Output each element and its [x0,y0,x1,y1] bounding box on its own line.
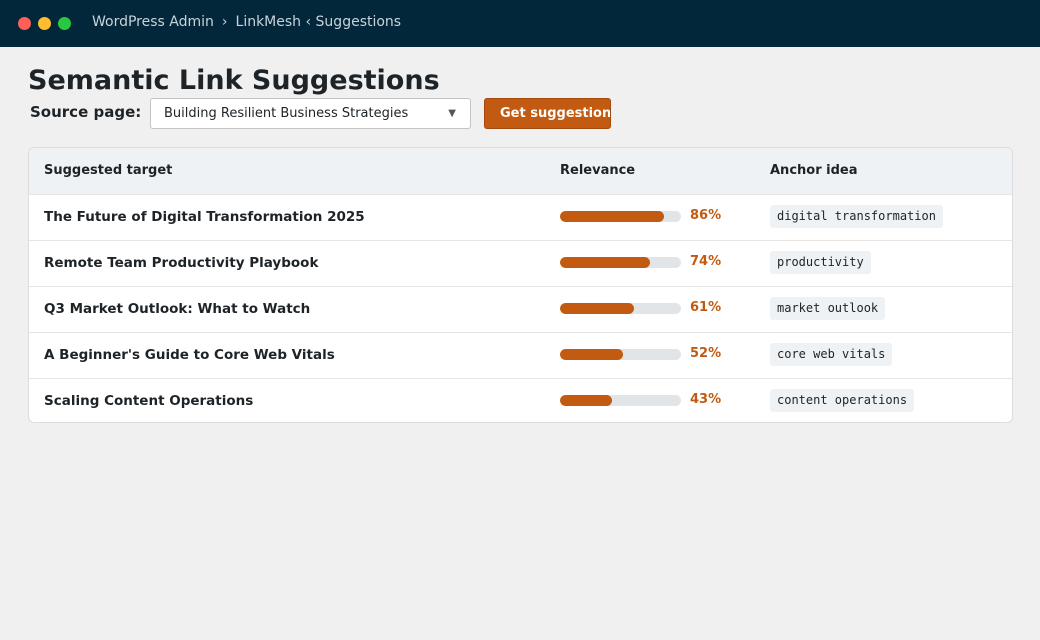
table-row[interactable]: A Beginner's Guide to Core Web Vitals 52… [29,332,1012,378]
column-header-anchor-idea: Anchor idea [770,163,858,178]
table-header: Suggested target Relevance Anchor idea [29,148,1012,194]
suggested-target-title[interactable]: Q3 Market Outlook: What to Watch [44,301,310,317]
suggested-target-title[interactable]: A Beginner's Guide to Core Web Vitals [44,347,335,363]
suggested-target-title[interactable]: Scaling Content Operations [44,393,253,409]
breadcrumb-linkmesh-suggestions: LinkMesh ‹ Suggestions [235,14,402,30]
anchor-idea-chip: digital transformation [770,205,943,228]
maximize-window-button[interactable] [58,17,71,30]
window-titlebar: WordPress Admin › LinkMesh ‹ Suggestions [0,0,1040,47]
relevance-bar [560,303,681,314]
source-page-value: Building Resilient Business Strategies [164,106,409,121]
relevance-bar-fill [560,395,613,406]
relevance-bar [560,257,681,268]
minimize-window-button[interactable] [38,17,51,30]
suggested-target-title[interactable]: The Future of Digital Transformation 202… [44,209,365,225]
breadcrumb-wordpress-admin[interactable]: WordPress Admin [92,14,214,30]
source-page-select[interactable]: Building Resilient Business Strategies ▼ [150,98,471,129]
anchor-idea-chip: core web vitals [770,343,893,366]
table-row[interactable]: The Future of Digital Transformation 202… [29,194,1012,240]
table-row[interactable]: Q3 Market Outlook: What to Watch 61% mar… [29,286,1012,332]
anchor-idea-chip: market outlook [770,297,886,320]
get-suggestions-button[interactable]: Get suggestions [484,98,611,129]
anchor-idea-chip: content operations [770,389,915,412]
column-header-relevance: Relevance [560,163,636,178]
relevance-percent: 43% [690,392,722,407]
suggestions-table: Suggested target Relevance Anchor idea T… [28,147,1013,423]
relevance-percent: 52% [690,346,722,361]
column-header-suggested-target: Suggested target [44,163,173,178]
chevron-down-icon: ▼ [448,108,456,119]
relevance-bar [560,395,681,406]
relevance-percent: 86% [690,208,722,223]
source-page-label: Source page: [30,103,142,121]
relevance-bar [560,349,681,360]
table-row[interactable]: Remote Team Productivity Playbook 74% pr… [29,240,1012,286]
relevance-bar-fill [560,257,650,268]
anchor-idea-chip: productivity [770,251,871,274]
table-row[interactable]: Scaling Content Operations 43% content o… [29,378,1012,422]
relevance-bar-fill [560,349,623,360]
breadcrumb: WordPress Admin › LinkMesh ‹ Suggestions [92,14,401,30]
relevance-bar-fill [560,211,665,222]
breadcrumb-separator: › [221,14,228,30]
close-window-button[interactable] [18,17,31,30]
relevance-percent: 61% [690,300,722,315]
relevance-percent: 74% [690,254,722,269]
relevance-bar-fill [560,303,634,314]
suggested-target-title[interactable]: Remote Team Productivity Playbook [44,255,318,271]
relevance-bar [560,211,681,222]
page-title: Semantic Link Suggestions [28,65,440,96]
